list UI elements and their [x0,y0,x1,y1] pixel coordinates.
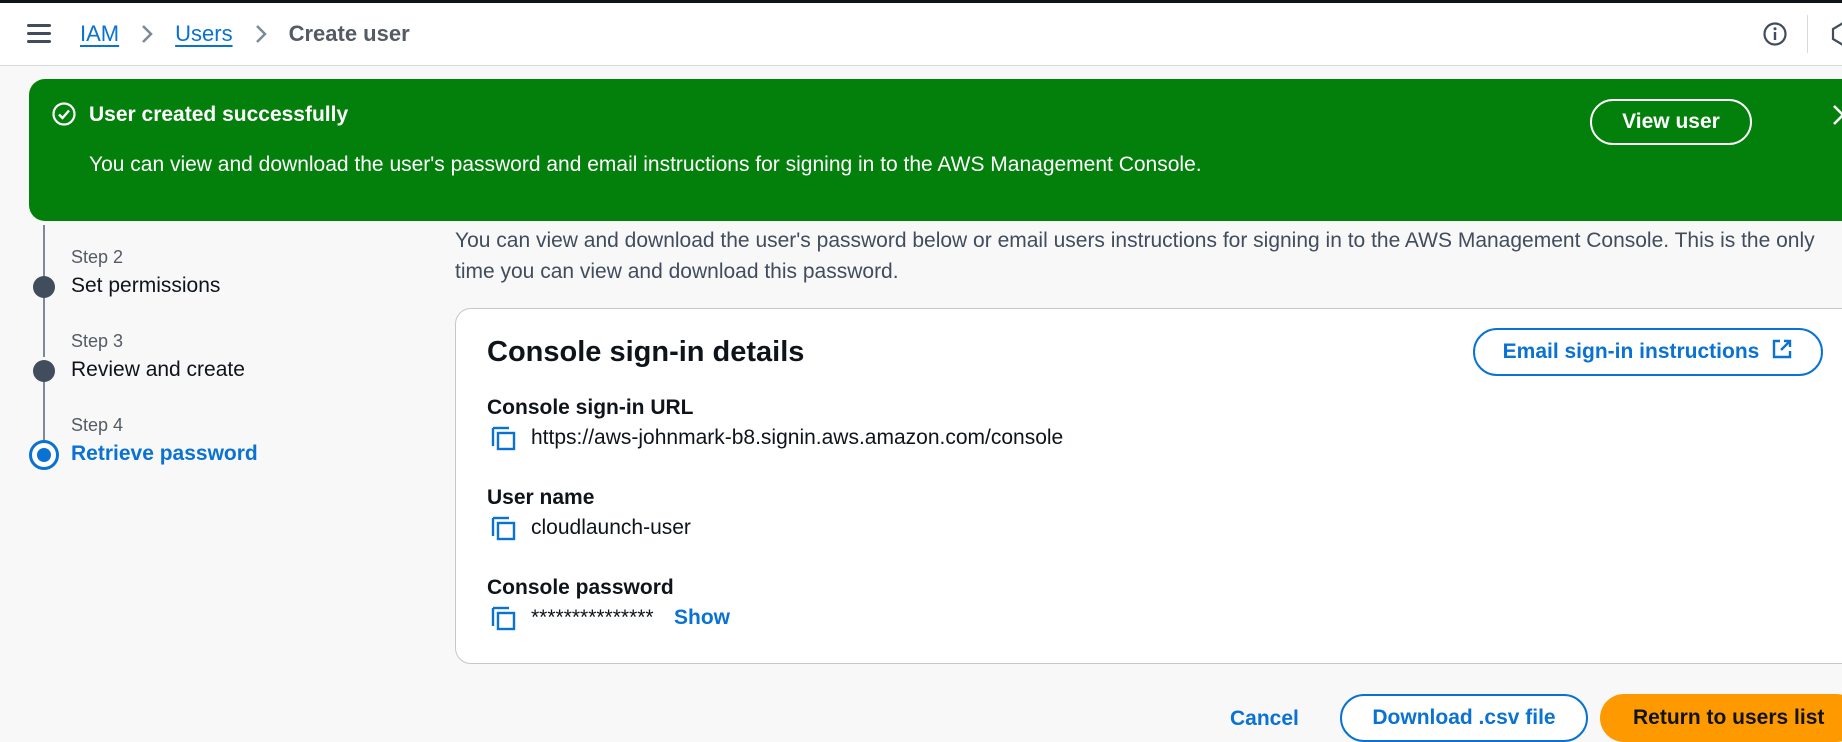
step-number: Step 2 [71,247,124,267]
breadcrumb-current: Create user [288,21,410,46]
copy-icon[interactable] [490,606,516,632]
step-connector [43,297,45,357]
password-label: Console password [487,576,674,599]
breadcrumb-iam[interactable]: IAM [80,21,119,47]
email-sign-in-instructions-button[interactable]: Email sign-in instructions [1473,328,1823,376]
download-csv-button[interactable]: Download .csv file [1340,694,1588,742]
intro-text: You can view and download the user's pas… [455,229,1815,283]
step-dot [33,276,55,298]
menu-icon[interactable] [27,24,51,44]
email-button-label: Email sign-in instructions [1502,340,1760,363]
step-connector [43,381,45,441]
console-sign-in-details-card: Console sign-in details Email sign-in in… [455,308,1842,664]
sign-in-url-value: https://aws-johnmark-b8.signin.aws.amazo… [531,426,1064,449]
step-title-current: Retrieve password [71,442,258,465]
view-user-button[interactable]: View user [1590,99,1752,145]
cancel-button[interactable]: Cancel [1215,695,1314,742]
close-icon[interactable] [1829,101,1842,129]
step-number: Step 3 [71,331,124,351]
settings-icon[interactable] [1830,21,1842,47]
breadcrumb: IAM Users Create user [80,21,410,47]
url-label: Console sign-in URL [487,396,694,419]
password-value: *************** [531,606,654,629]
info-icon[interactable] [1762,21,1788,47]
step-title[interactable]: Set permissions [71,274,220,298]
show-password-link[interactable]: Show [674,606,730,630]
step-dot [33,360,55,382]
card-title: Console sign-in details [487,336,805,368]
flash-message: You can view and download the user's pas… [89,153,1202,176]
step-number: Step 4 [71,415,124,435]
return-to-users-list-button[interactable]: Return to users list [1600,694,1842,742]
username-value: cloudlaunch-user [531,516,691,539]
step-title[interactable]: Review and create [71,358,245,382]
check-circle-icon [51,101,77,127]
copy-icon[interactable] [490,516,516,542]
step-dot-active [29,440,59,470]
breadcrumb-users[interactable]: Users [175,21,232,47]
flash-title: User created successfully [89,103,349,126]
username-label: User name [487,486,595,509]
chevron-right-icon [249,22,273,46]
success-flash-banner: User created successfully You can view a… [29,79,1842,221]
top-navigation-bar: IAM Users Create user [0,3,1842,66]
external-link-icon [1771,338,1793,366]
toolbar-divider [1807,15,1808,53]
chevron-right-icon [135,22,159,46]
copy-icon[interactable] [490,426,516,452]
